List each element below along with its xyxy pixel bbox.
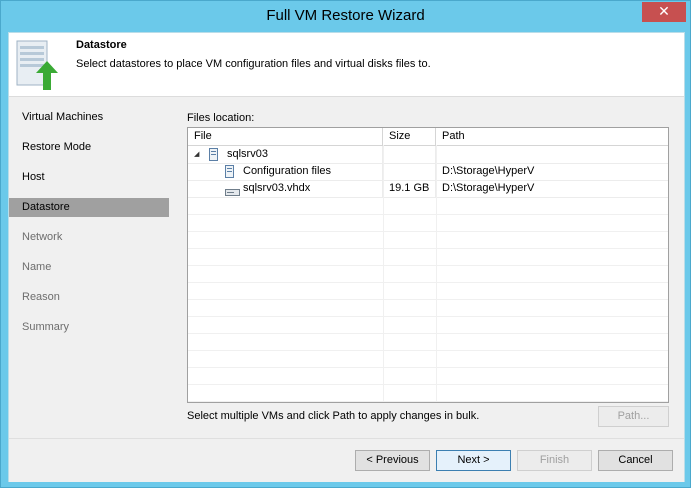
path-cell: D:\Storage\HyperV — [442, 165, 535, 177]
grid-column-line — [436, 145, 437, 402]
table-row[interactable]: sqlsrv03.vhdx 19.1 GB D:\Storage\HyperV — [188, 180, 668, 198]
bulk-hint-text: Select multiple VMs and click Path to ap… — [187, 410, 480, 422]
step-virtual-machines[interactable]: Virtual Machines — [9, 108, 169, 127]
path-cell — [436, 146, 668, 163]
empty-row — [188, 282, 668, 300]
step-summary: Summary — [22, 321, 70, 333]
finish-button[interactable]: Finish — [517, 450, 592, 471]
step-reason: Reason — [22, 291, 60, 303]
empty-row — [188, 350, 668, 368]
table-row[interactable]: Configuration files D:\Storage\HyperV — [188, 163, 668, 181]
wizard-client: Datastore Select datastores to place VM … — [8, 32, 685, 482]
empty-row — [188, 265, 668, 283]
step-datastore[interactable]: Datastore — [9, 198, 169, 217]
previous-button[interactable]: < Previous — [355, 450, 430, 471]
file-cell: Configuration files — [188, 163, 383, 180]
empty-row — [188, 214, 668, 232]
empty-row — [188, 384, 668, 402]
empty-row — [188, 299, 668, 317]
empty-row — [188, 333, 668, 351]
step-name: Name — [22, 261, 52, 273]
grid-header: File Size Path — [188, 128, 668, 146]
step-restore-mode[interactable]: Restore Mode — [9, 138, 169, 157]
file-name: sqlsrv03 — [227, 148, 268, 160]
empty-row — [188, 231, 668, 249]
size-cell — [383, 163, 436, 180]
step-host[interactable]: Host — [9, 168, 169, 187]
size-cell — [383, 146, 436, 163]
grid-column-line — [383, 145, 384, 402]
page-title: Datastore — [76, 39, 127, 51]
steps-sidebar: Virtual Machines Restore Mode Host Datas… — [9, 97, 169, 438]
wizard-window: Full VM Restore Wizard ✕ Datastore Selec… — [0, 0, 691, 488]
file-name: sqlsrv03.vhdx — [243, 182, 311, 194]
close-icon: ✕ — [658, 3, 670, 19]
table-row[interactable]: ◢ sqlsrv03 — [188, 146, 668, 164]
column-size[interactable]: Size — [383, 128, 436, 145]
column-file[interactable]: File — [188, 128, 383, 145]
file-cell: ◢ sqlsrv03 — [188, 146, 383, 163]
wizard-header: Datastore Select datastores to place VM … — [9, 33, 684, 97]
empty-row — [188, 367, 668, 385]
column-path[interactable]: Path — [436, 128, 668, 145]
expand-arrow-icon[interactable]: ◢ — [194, 146, 199, 163]
window-title: Full VM Restore Wizard — [266, 7, 425, 24]
path-cell: D:\Storage\HyperV — [442, 182, 535, 194]
next-button[interactable]: Next > — [436, 450, 511, 471]
empty-row — [188, 197, 668, 215]
size-cell: 19.1 GB — [383, 180, 436, 197]
close-button[interactable]: ✕ — [642, 2, 686, 22]
empty-row — [188, 248, 668, 266]
path-button[interactable]: Path... — [598, 406, 669, 427]
cancel-button[interactable]: Cancel — [598, 450, 673, 471]
file-name: Configuration files — [243, 165, 332, 177]
file-cell: sqlsrv03.vhdx — [188, 180, 383, 197]
wizard-body: Virtual Machines Restore Mode Host Datas… — [9, 97, 684, 438]
empty-row — [188, 316, 668, 334]
wizard-footer: < Previous Next > Finish Cancel — [9, 438, 684, 482]
files-grid[interactable]: File Size Path ◢ sqlsrv03 Configuration … — [187, 127, 669, 403]
page-description: Select datastores to place VM configurat… — [76, 58, 431, 70]
files-location-label: Files location: — [187, 112, 255, 124]
step-network: Network — [22, 231, 63, 243]
server-restore-icon — [15, 39, 59, 91]
